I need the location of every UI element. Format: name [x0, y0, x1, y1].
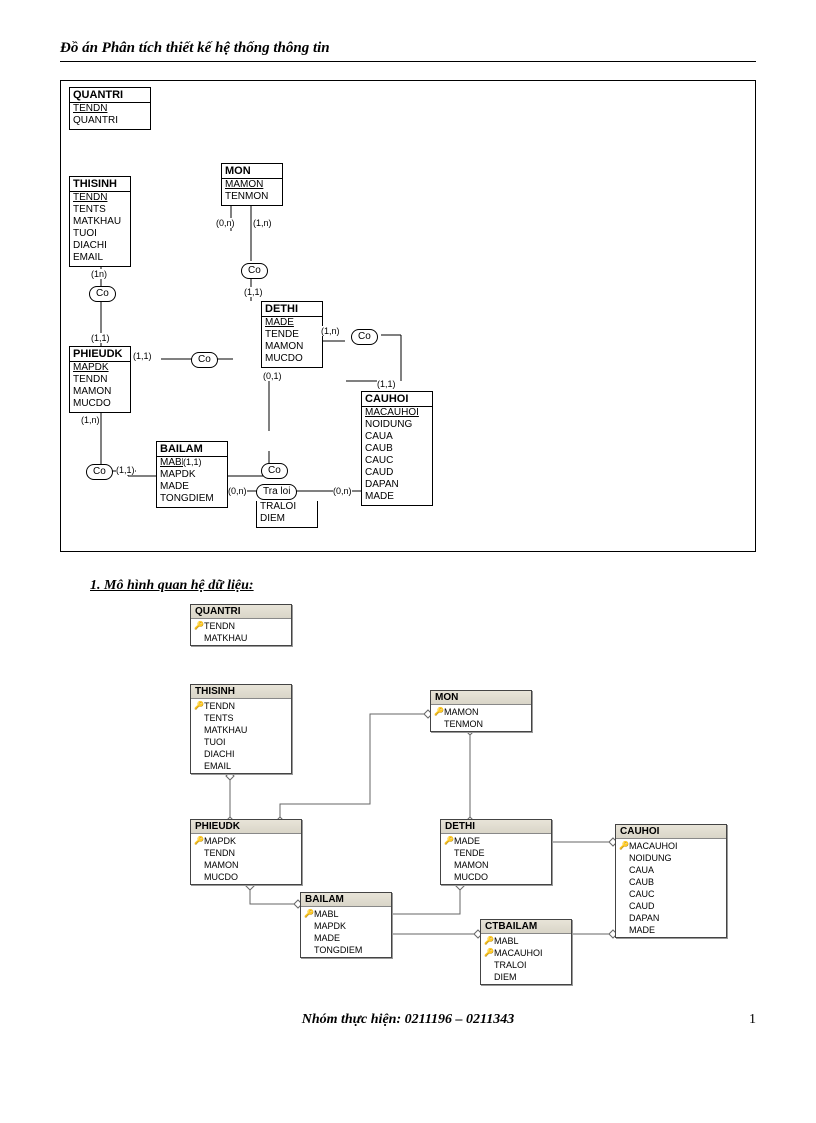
- rel-traloi-attrs: TRALOI DIEM: [256, 501, 318, 528]
- rel-co: Co: [241, 263, 268, 279]
- entity-thisinh: THISINH TENDN TENTS MATKHAU TUOI DIACHI …: [69, 176, 131, 267]
- page-number: 1: [749, 1012, 756, 1028]
- entity-bailam: BAILAM MABL MAPDK MADE TONGDIEM: [156, 441, 228, 508]
- table-phieudk: PHIEUDK 🔑MAPDK TENDN MAMON MUCDO: [190, 819, 302, 885]
- rel-co: Co: [191, 352, 218, 368]
- table-ctbailam: CTBAILAM 🔑MABL 🔑MACAUHOI TRALOI DIEM: [480, 919, 572, 985]
- entity-dethi: DETHI MADE TENDE MAMON MUCDO: [261, 301, 323, 368]
- entity-mon: MON MAMON TENMON: [221, 163, 283, 206]
- er-diagram: QUANTRI TENDN QUANTRI THISINH TENDN TENT…: [60, 80, 756, 552]
- page-title: Đồ án Phân tích thiết kế hệ thống thông …: [60, 40, 756, 62]
- entity-cauhoi: CAUHOI MACAUHOI NOIDUNG CAUA CAUB CAUC C…: [361, 391, 433, 506]
- table-body: 🔑TENDN MATKHAU: [191, 619, 291, 645]
- footer: Nhóm thực hiện: 0211196 – 0211343 1: [60, 1012, 756, 1028]
- table-cauhoi: CAUHOI 🔑MACAUHOI NOIDUNG CAUA CAUB CAUC …: [615, 824, 727, 938]
- relational-diagram: QUANTRI 🔑TENDN MATKHAU THISINH 🔑TENDN TE…: [120, 604, 756, 984]
- entity-phieudk: PHIEUDK MAPDK TENDN MAMON MUCDO: [69, 346, 131, 413]
- section-heading: 1. Mô hình quan hệ dữ liệu:: [90, 578, 756, 594]
- rel-traloi: Tra loi: [256, 484, 297, 500]
- table-mon: MON 🔑MAMON TENMON: [430, 690, 532, 732]
- table-bailam: BAILAM 🔑MABL MAPDK MADE TONGDIEM: [300, 892, 392, 958]
- rel-co: Co: [89, 286, 116, 302]
- rel-co: Co: [86, 464, 113, 480]
- entity-title: QUANTRI: [70, 88, 150, 103]
- table-dethi: DETHI 🔑MADE TENDE MAMON MUCDO: [440, 819, 552, 885]
- table-thisinh: THISINH 🔑TENDN TENTS MATKHAU TUOI DIACHI…: [190, 684, 292, 774]
- rel-co: Co: [261, 463, 288, 479]
- table-quantri: QUANTRI 🔑TENDN MATKHAU: [190, 604, 292, 646]
- rel-co: Co: [351, 329, 378, 345]
- entity-quantri: QUANTRI TENDN QUANTRI: [69, 87, 151, 130]
